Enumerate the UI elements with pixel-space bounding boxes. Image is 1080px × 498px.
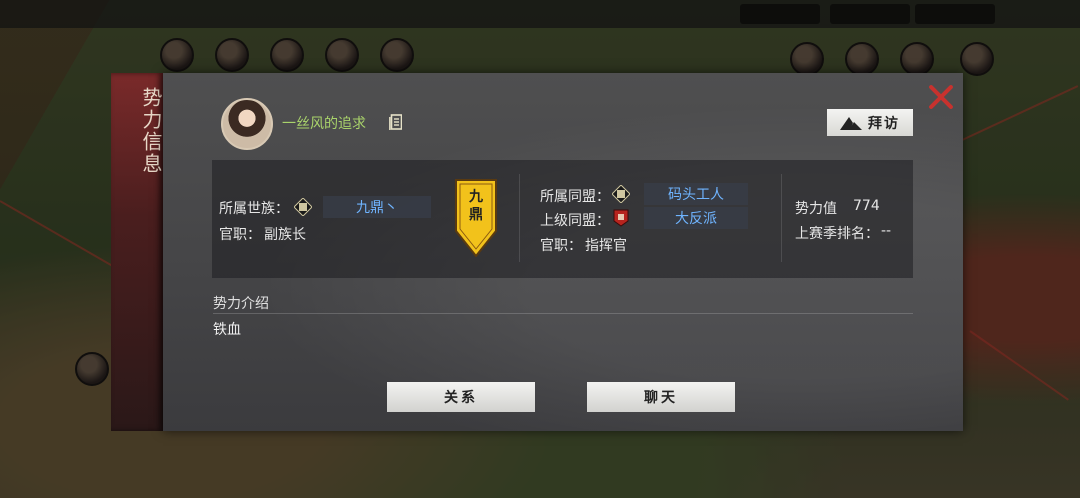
alliance-emblem-icon xyxy=(612,185,630,203)
close-icon[interactable] xyxy=(927,83,955,111)
player-avatar[interactable] xyxy=(221,98,273,150)
side-tab-label: 势力信息 xyxy=(139,87,163,175)
side-tab-faction-info[interactable]: 势力信息 xyxy=(111,73,163,431)
parent-alliance-emblem-icon xyxy=(613,209,629,227)
clan-label: 所属世族： xyxy=(219,201,289,217)
intro-divider xyxy=(213,313,913,314)
alliance-position-label: 官职： xyxy=(540,238,582,254)
parent-alliance-label: 上级同盟： xyxy=(540,213,610,229)
parent-alliance-name-link[interactable]: 大反派 xyxy=(644,207,748,229)
power-value: 774 xyxy=(853,198,880,214)
faction-info-panel: 一丝风的追求 拜访 所属世族： 九鼎丶 官职： 副族长 九 鼎 所属同盟： 码头… xyxy=(163,73,963,431)
relation-button[interactable]: 关系 xyxy=(387,382,535,412)
alliance-position-value: 指挥官 xyxy=(585,238,627,254)
last-season-rank-value: -- xyxy=(881,223,892,239)
faction-info-box: 所属世族： 九鼎丶 官职： 副族长 九 鼎 所属同盟： 码头工人 上级同盟： 大… xyxy=(212,160,913,278)
last-season-rank-label: 上赛季排名： xyxy=(795,226,879,242)
player-name: 一丝风的追求 xyxy=(282,116,366,132)
chat-button[interactable]: 聊天 xyxy=(587,382,735,412)
clan-banner-text: 鼎 xyxy=(469,206,483,223)
visit-button[interactable]: 拜访 xyxy=(827,109,913,136)
faction-intro-title: 势力介绍 xyxy=(213,296,269,312)
clan-emblem-icon xyxy=(294,198,312,216)
clan-banner-text: 九 xyxy=(468,189,483,205)
clan-position-label: 官职： xyxy=(219,227,261,243)
clan-position-value: 副族长 xyxy=(264,227,306,243)
clan-banner: 九 鼎 xyxy=(455,179,497,257)
copy-icon[interactable] xyxy=(389,114,402,130)
column-divider xyxy=(781,174,782,262)
visit-button-label: 拜访 xyxy=(868,115,900,132)
visit-icon xyxy=(840,116,862,130)
power-label: 势力值 xyxy=(795,201,837,217)
clan-name-link[interactable]: 九鼎丶 xyxy=(323,196,431,218)
faction-intro-text: 铁血 xyxy=(213,322,241,338)
column-divider xyxy=(519,174,520,262)
alliance-name-link[interactable]: 码头工人 xyxy=(644,183,748,205)
alliance-label: 所属同盟： xyxy=(540,189,610,205)
